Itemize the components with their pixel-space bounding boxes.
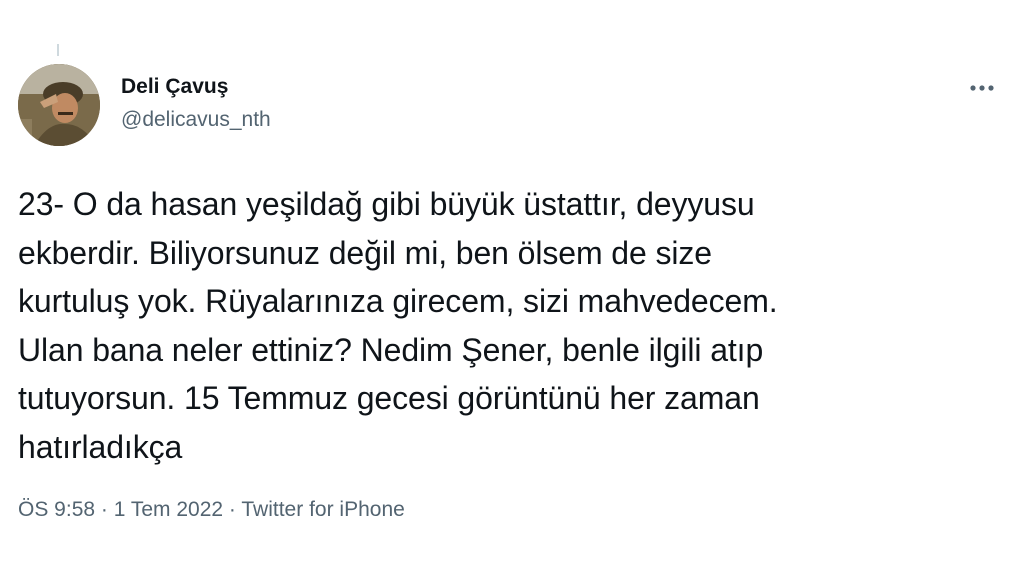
tweet-source[interactable]: Twitter for iPhone bbox=[241, 498, 404, 521]
author-handle[interactable]: @delicavus_nth bbox=[121, 108, 271, 132]
tweet-text: 23- O da hasan yeşildağ gibi büyük üstat… bbox=[18, 186, 778, 465]
author-display-name[interactable]: Deli Çavuş bbox=[121, 75, 228, 99]
meta-separator: · bbox=[95, 498, 114, 521]
thread-connector bbox=[57, 44, 59, 56]
avatar[interactable] bbox=[18, 64, 100, 146]
more-horizontal-icon bbox=[970, 85, 994, 91]
tweet-card: Deli Çavuş @delicavus_nth 23- O da hasan… bbox=[0, 0, 1024, 576]
profile-photo-icon bbox=[18, 64, 100, 146]
more-options-button[interactable] bbox=[962, 72, 1002, 104]
meta-separator: · bbox=[223, 498, 242, 521]
tweet-time[interactable]: ÖS 9:58 bbox=[18, 498, 95, 521]
tweet-metadata: ÖS 9:58 · 1 Tem 2022 · Twitter for iPhon… bbox=[18, 498, 405, 522]
tweet-date[interactable]: 1 Tem 2022 bbox=[114, 498, 223, 521]
